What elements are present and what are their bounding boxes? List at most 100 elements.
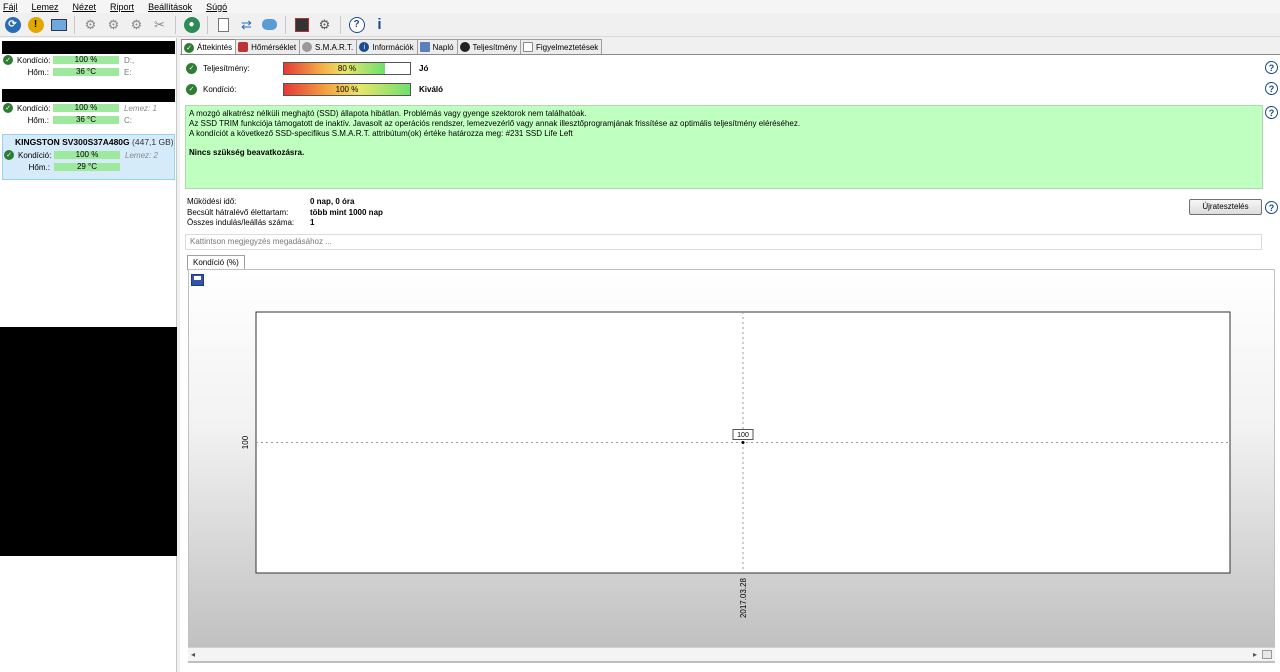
disk-list-panel: ✓ Kondíció: 100 % D:, Hőm.: 36 °C E: ✓ K…	[0, 38, 177, 672]
toolbar-separator	[74, 15, 75, 34]
summary-line: A kondíciót a következő SSD-specifikus S…	[189, 129, 573, 138]
tab-label: Figyelmeztetések	[536, 42, 599, 52]
tab-condition-chart[interactable]: Kondíció (%)	[187, 255, 245, 270]
sync-icon[interactable]: ⇄	[236, 15, 257, 35]
x-tick-label: 2017.03.28	[739, 577, 748, 618]
disk-temp-row: Hőm.: 36 °C C:	[2, 114, 175, 126]
thermometer-icon	[238, 42, 249, 52]
tab-overview[interactable]: ✓ Áttekintés	[181, 39, 237, 55]
tab-label: Hőmérséklet	[251, 42, 297, 52]
menu-disk[interactable]: Lemez	[32, 2, 59, 12]
disk-temp-row: Hőm.: 36 °C E:	[2, 66, 175, 78]
performance-verdict: Jó	[419, 63, 429, 73]
globe-icon[interactable]: ●	[181, 15, 202, 35]
tab-label: Teljesítmény	[472, 42, 518, 52]
toolbar-separator	[285, 15, 286, 34]
stat-row: Becsült hátralévő élettartam: több mint 1…	[187, 208, 383, 219]
disk-item-kingston[interactable]: KINGSTON SV300S37A480G (447,1 GB) ✓ Kond…	[2, 134, 175, 180]
gauge-icon	[459, 42, 470, 52]
tab-smart[interactable]: S.M.A.R.T.	[299, 39, 358, 54]
menu-settings[interactable]: Beállítások	[148, 2, 192, 12]
disk-size: (447,1 GB)	[132, 137, 174, 147]
menu-file[interactable]: Fájl	[3, 2, 18, 12]
stat-key: Működési idő:	[187, 197, 237, 206]
note-input[interactable]: Kattintson megjegyzés megadásához ...	[185, 234, 1262, 250]
stat-row: Működési idő: 0 nap, 0 óra	[187, 197, 383, 208]
retest-button[interactable]: Újratesztelés	[1189, 199, 1262, 215]
toolbar-separator	[340, 15, 341, 34]
tab-temperature[interactable]: Hőmérséklet	[235, 39, 301, 54]
condition-label: Kondíció:	[18, 150, 52, 160]
gear-icon[interactable]: ⚙	[314, 15, 335, 35]
menu-report[interactable]: Riport	[110, 2, 134, 12]
scroll-grip[interactable]	[1262, 650, 1272, 659]
disk-tool-icon[interactable]: ✂	[149, 15, 170, 35]
disk-number: Lemez: 2	[125, 150, 158, 160]
chat-icon[interactable]	[259, 15, 280, 35]
tab-information[interactable]: i Információk	[356, 39, 418, 54]
scroll-left-arrow[interactable]: ◂	[191, 650, 195, 659]
disk-name: KINGSTON SV300S37A480G (447,1 GB)	[3, 135, 174, 149]
temp-label: Hőm.:	[27, 115, 49, 125]
disk-item-1[interactable]: ✓ Kondíció: 100 % D:, Hőm.: 36 °C E:	[2, 41, 175, 78]
ok-check-icon: ✓	[3, 103, 13, 113]
document-icon	[523, 42, 534, 52]
drive-letters: C:	[124, 115, 132, 125]
disk-tool-icon[interactable]: ⚙	[126, 15, 147, 35]
condition-label: Kondíció:	[203, 84, 237, 94]
stat-key: Összes indulás/leállás száma:	[187, 218, 295, 227]
tab-alerts[interactable]: Figyelmeztetések	[520, 39, 603, 54]
disk-number: Lemez: 1	[124, 103, 157, 113]
scroll-right-arrow[interactable]: ▸	[1253, 650, 1257, 659]
help-icon[interactable]: ?	[1265, 106, 1278, 119]
tab-label: Napló	[432, 42, 454, 52]
condition-row: ✓ Kondíció: 100 % Kiváló	[186, 81, 443, 97]
redacted-disk-name	[2, 41, 175, 54]
help-icon[interactable]: ?	[1265, 201, 1278, 214]
summary-line: Az SSD TRIM funkciója támogatott de inak…	[189, 119, 801, 128]
condition-label: Kondíció:	[17, 103, 51, 113]
drive-letters: E:	[124, 67, 132, 77]
ok-check-icon: ✓	[186, 83, 197, 95]
stat-row: Összes indulás/leállás száma: 1	[187, 218, 383, 229]
info-icon[interactable]: i	[369, 15, 390, 35]
disk-icon	[302, 42, 313, 52]
disk-condition-row: ✓ Kondíció: 100 % Lemez: 1	[2, 102, 175, 114]
condition-bar: 100 %	[54, 151, 120, 159]
performance-label: Teljesítmény:	[203, 63, 250, 73]
overview-panel: ✓ Teljesítmény: 80 % Jó ? ✓ Kondíció: 10…	[180, 54, 1280, 672]
condition-bar: 100 %	[53, 56, 119, 64]
refresh-icon[interactable]: ⟳	[2, 15, 23, 35]
performance-row: ✓ Teljesítmény: 80 % Jó	[186, 60, 428, 76]
monitor-icon[interactable]	[48, 15, 69, 35]
condition-value: 100 %	[335, 84, 359, 94]
toolbar: ⟳ ! ⚙ ⚙ ⚙ ✂ ● ⇄ ⚙ ? i	[0, 13, 1280, 37]
menu-view[interactable]: Nézet	[73, 2, 97, 12]
disk-tool-icon[interactable]: ⚙	[80, 15, 101, 35]
main-tabs: ✓ Áttekintés Hőmérséklet S.M.A.R.T. i Info…	[181, 39, 603, 55]
chart-scrollbar[interactable]: ◂ ▸	[188, 647, 1275, 661]
menu-help[interactable]: Súgó	[206, 2, 227, 12]
alert-icon[interactable]: !	[25, 15, 46, 35]
help-icon[interactable]: ?	[1265, 82, 1278, 95]
temp-label: Hőm.:	[28, 162, 50, 172]
chart-icon[interactable]	[291, 15, 312, 35]
disk-tool-icon[interactable]: ⚙	[103, 15, 124, 35]
temp-bar: 29 °C	[54, 163, 120, 171]
check-icon: ✓	[184, 42, 194, 53]
toolbar-separator	[175, 15, 176, 34]
help-icon[interactable]: ?	[1265, 61, 1278, 74]
disk-condition-row: ✓ Kondíció: 100 % Lemez: 2	[3, 149, 174, 161]
log-icon	[419, 42, 430, 52]
disk-stats: Működési idő: 0 nap, 0 óra Becsült hátral…	[187, 197, 383, 229]
stat-value: 0 nap, 0 óra	[310, 197, 355, 206]
help-icon[interactable]: ?	[346, 15, 367, 35]
disk-condition-row: ✓ Kondíció: 100 % D:,	[2, 54, 175, 66]
tab-performance[interactable]: Teljesítmény	[456, 39, 522, 54]
temp-bar: 36 °C	[53, 68, 119, 76]
disk-item-2[interactable]: ✓ Kondíció: 100 % Lemez: 1 Hőm.: 36 °C C…	[2, 89, 175, 126]
stat-value: több mint 1000 nap	[310, 207, 383, 217]
condition-chart: 100 2017.03.28 100	[241, 311, 1231, 618]
document-icon[interactable]	[213, 15, 234, 35]
tab-log[interactable]: Napló	[416, 39, 458, 54]
